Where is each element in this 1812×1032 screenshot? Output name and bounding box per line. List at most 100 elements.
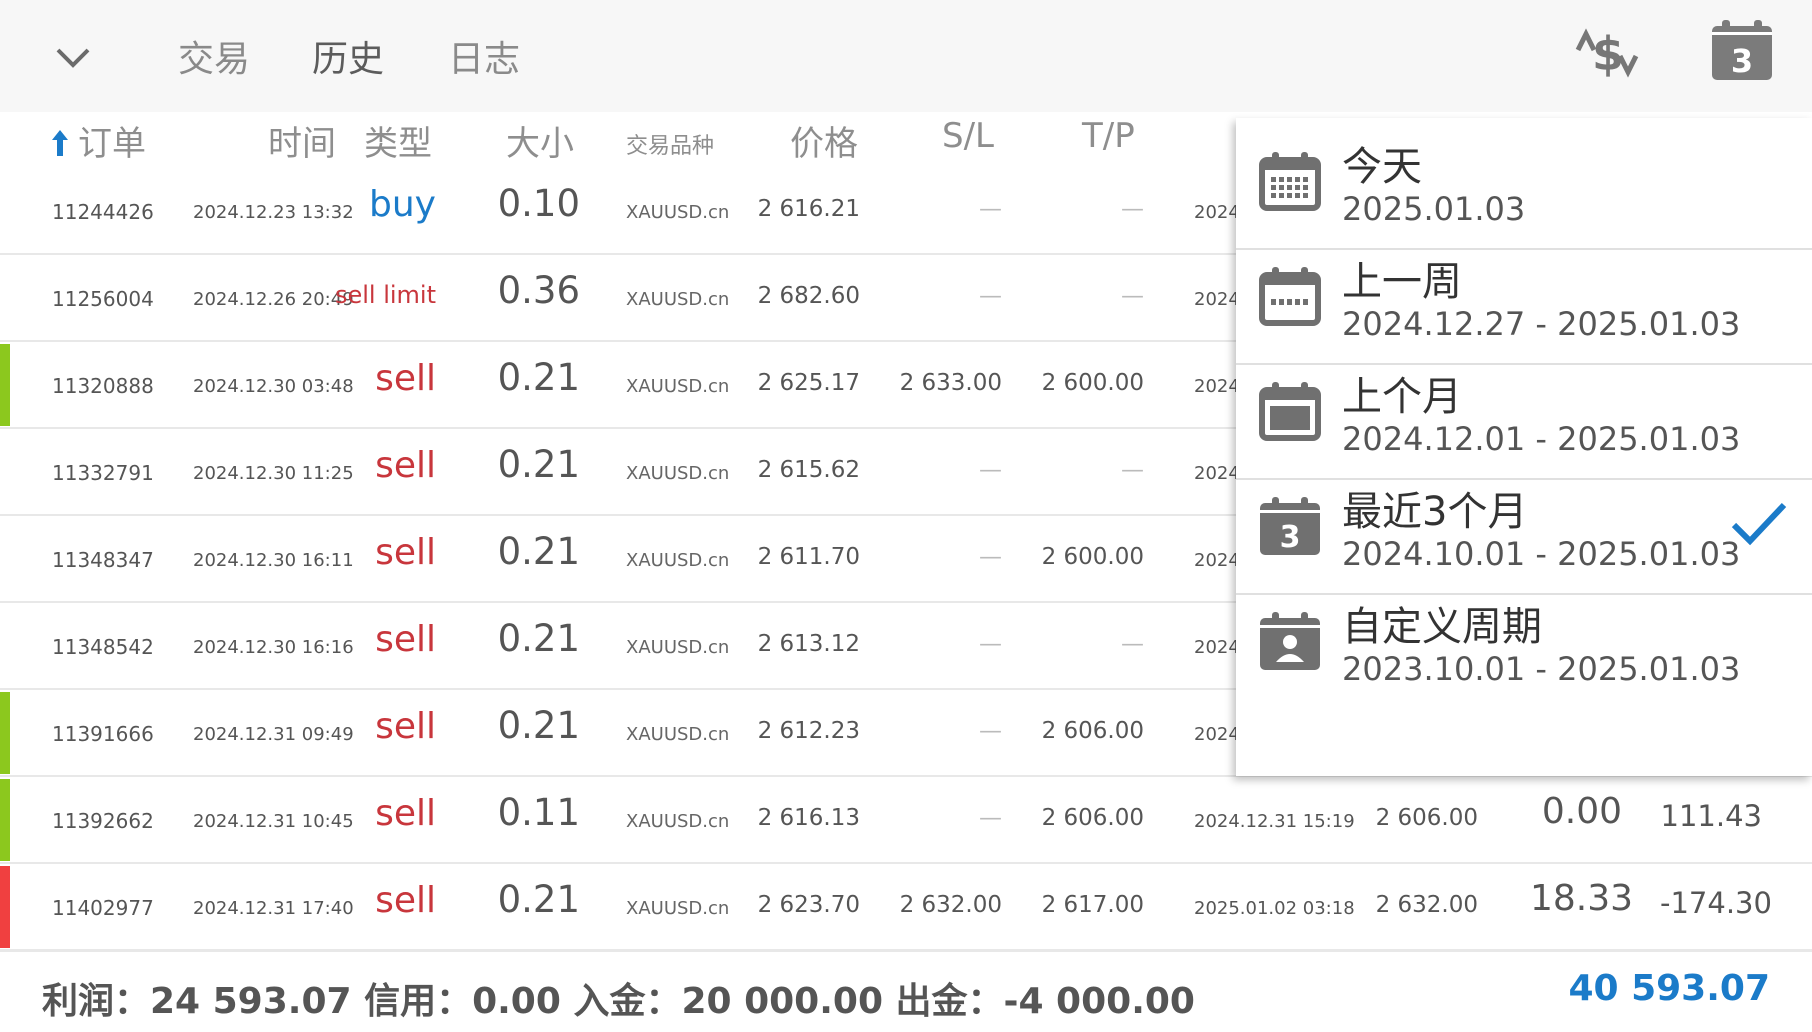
cell-symbol: XAUUSD.cn [626, 289, 730, 310]
period-label: 上一周 [1342, 259, 1462, 305]
cell-sl: — [979, 457, 1002, 483]
calendar-week-icon [1259, 267, 1321, 326]
cell-size: 0.36 [497, 269, 580, 312]
row-status-marker [0, 866, 10, 948]
period-range: 2024.12.01 - 2025.01.03 [1342, 420, 1741, 458]
column-type[interactable]: 类型 [364, 116, 432, 165]
table-row[interactable]: 11402977 2024.12.31 17:40 sell 0.21 XAUU… [0, 864, 1812, 951]
cell-type: sell [375, 619, 436, 660]
cell-sl: — [979, 805, 1002, 831]
cell-close-price: 2 606.00 [1375, 805, 1478, 831]
column-sl[interactable]: S/L [942, 116, 994, 156]
cell-sl: — [979, 631, 1002, 657]
cell-order: 11332791 [52, 461, 154, 485]
cell-profit: 111.43 [1660, 799, 1762, 833]
cell-symbol: XAUUSD.cn [626, 550, 730, 571]
cell-size: 0.10 [497, 182, 580, 225]
summary-footer: 利润：24 593.07 信用：0.00 入金：20 000.00 出金：-4 … [0, 950, 1812, 1032]
cell-price: 2 616.21 [757, 196, 860, 222]
cell-close-time: 2025.01.02 03:18 [1194, 898, 1355, 919]
column-size[interactable]: 大小 [506, 116, 574, 165]
cell-size: 0.21 [497, 530, 580, 573]
period-label: 最近3个月 [1342, 489, 1528, 535]
cell-sl: — [979, 196, 1002, 222]
cell-tp: 2 617.00 [1041, 892, 1144, 918]
cell-type: sell [375, 532, 436, 573]
row-status-marker [0, 779, 10, 861]
cell-type: sell [375, 793, 436, 834]
row-status-marker [0, 170, 10, 252]
period-option[interactable]: 今天 2025.01.03 [1236, 118, 1812, 250]
cell-type: sell [375, 445, 436, 486]
period-range: 2023.10.01 - 2025.01.03 [1342, 650, 1741, 688]
row-status-marker [0, 344, 10, 426]
cell-size: 0.21 [497, 878, 580, 921]
cell-order: 11348347 [52, 548, 154, 572]
row-status-marker [0, 257, 10, 339]
currency-exchange-icon[interactable]: $ [1572, 20, 1642, 86]
cell-tp: 2 606.00 [1041, 718, 1144, 744]
calendar-3-icon: 3 [1260, 497, 1320, 555]
period-option[interactable]: 3 最近3个月 2024.10.01 - 2025.01.03 [1236, 463, 1812, 595]
cell-sl: 2 632.00 [899, 892, 1002, 918]
column-price[interactable]: 价格 [790, 116, 858, 165]
cell-price: 2 611.70 [757, 544, 860, 570]
column-order[interactable]: 订单 [78, 116, 146, 165]
cell-tp: — [1121, 631, 1144, 657]
cell-size: 0.11 [497, 791, 580, 834]
cell-price: 2 612.23 [757, 718, 860, 744]
period-option[interactable]: 自定义周期 2023.10.01 - 2025.01.03 [1236, 578, 1812, 708]
cell-price: 2 682.60 [757, 283, 860, 309]
checkmark-icon [1731, 502, 1787, 546]
cell-tp: — [1121, 196, 1144, 222]
cell-symbol: XAUUSD.cn [626, 898, 730, 919]
period-dropdown-menu: 今天 2025.01.03 上一周 2024.12.27 - 2025.01.0… [1236, 118, 1812, 776]
cell-sl: 2 633.00 [899, 370, 1002, 396]
cell-tp: — [1121, 457, 1144, 483]
cell-symbol: XAUUSD.cn [626, 376, 730, 397]
cell-sl: — [979, 718, 1002, 744]
period-label: 今天 [1342, 144, 1422, 190]
tab-journal[interactable]: 日志 [448, 30, 520, 82]
cell-size: 0.21 [497, 704, 580, 747]
cell-size: 0.21 [497, 617, 580, 660]
table-row[interactable]: 11392662 2024.12.31 10:45 sell 0.11 XAUU… [0, 777, 1812, 864]
period-range: 2025.01.03 [1342, 190, 1526, 228]
cell-sl: — [979, 283, 1002, 309]
sort-ascending-icon[interactable] [50, 128, 70, 158]
row-status-marker [0, 692, 10, 774]
column-tp[interactable]: T/P [1082, 116, 1135, 156]
cell-symbol: XAUUSD.cn [626, 724, 730, 745]
cell-order: 11256004 [52, 287, 154, 311]
column-time[interactable]: 时间 [268, 116, 336, 165]
cell-price: 2 625.17 [757, 370, 860, 396]
cell-price: 2 623.70 [757, 892, 860, 918]
cell-type: buy [369, 184, 436, 225]
chevron-down-icon[interactable] [50, 34, 96, 80]
cell-symbol: XAUUSD.cn [626, 463, 730, 484]
column-symbol[interactable]: 交易品种 [626, 128, 714, 160]
period-option[interactable]: 上个月 2024.12.01 - 2025.01.03 [1236, 348, 1812, 480]
tab-trade[interactable]: 交易 [178, 30, 250, 82]
cell-order: 11320888 [52, 374, 154, 398]
row-status-marker [0, 431, 10, 513]
period-option[interactable]: 上一周 2024.12.27 - 2025.01.03 [1236, 233, 1812, 365]
cell-size: 0.21 [497, 443, 580, 486]
cell-type: sell limit [334, 281, 436, 309]
cell-price: 2 613.12 [757, 631, 860, 657]
calendar-person-icon [1260, 612, 1320, 670]
calendar-3-icon[interactable]: 3 [1710, 18, 1774, 82]
row-status-marker [0, 605, 10, 687]
cell-swap: 18.33 [1530, 878, 1634, 919]
cell-symbol: XAUUSD.cn [626, 811, 730, 832]
balance-total: 40 593.07 [1568, 968, 1770, 1009]
tab-history[interactable]: 历史 [312, 30, 384, 82]
cell-sl: — [979, 544, 1002, 570]
cell-size: 0.21 [497, 356, 580, 399]
cell-close-time: 2024.12.31 15:19 [1194, 811, 1355, 832]
cell-close-price: 2 632.00 [1375, 892, 1478, 918]
cell-order: 11392662 [52, 809, 154, 833]
period-range: 2024.12.27 - 2025.01.03 [1342, 305, 1741, 343]
cell-tp: 2 600.00 [1041, 544, 1144, 570]
row-status-marker [0, 518, 10, 600]
